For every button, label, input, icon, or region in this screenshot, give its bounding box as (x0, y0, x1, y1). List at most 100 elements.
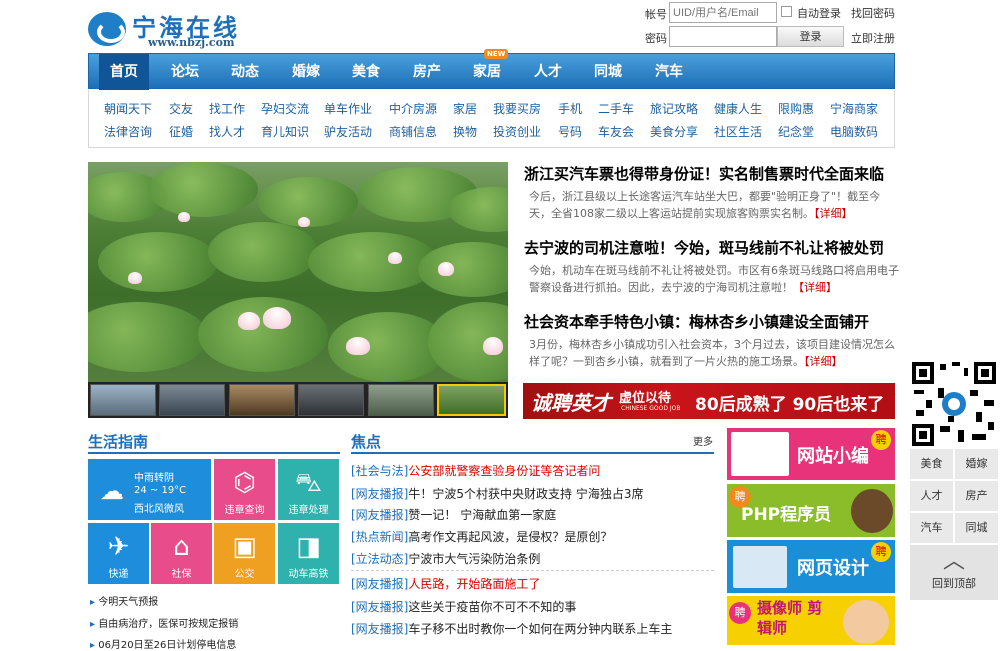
focus-item[interactable]: [网友播报]赞一记！ 宁海献血第一家庭 (351, 506, 556, 523)
subnav-link[interactable]: 驴友活动 (324, 123, 372, 140)
nav-item-local[interactable]: 同城 (583, 54, 633, 90)
slide-thumb[interactable] (229, 384, 295, 416)
subnav-link[interactable]: 健康人生 (714, 100, 762, 117)
nav-item-forum[interactable]: 论坛 (160, 54, 210, 90)
site-logo[interactable]: 宁海在线 www.nbzj.com (88, 8, 268, 50)
subnav-link[interactable]: 交友 (169, 100, 193, 117)
subnav-link[interactable]: 法律咨询 (104, 123, 152, 140)
side-link[interactable]: 同城 (955, 513, 998, 543)
ad-camera-editor[interactable]: 聘 摄像师 剪辑师 (727, 596, 895, 645)
subnav-link[interactable]: 旅记攻略 (650, 100, 698, 117)
subnav-link[interactable]: 社区生活 (714, 123, 762, 140)
qr-code-icon (910, 360, 998, 448)
subnav-link[interactable]: 手机 (558, 100, 582, 117)
subnav-link[interactable]: 孕妇交流 (261, 100, 309, 117)
slide-thumb[interactable] (159, 384, 225, 416)
side-link[interactable]: 房产 (955, 481, 998, 511)
focus-category: [网友播报] (351, 508, 409, 522)
subnav-link[interactable]: 号码 (558, 123, 582, 140)
nav-item-jobs[interactable]: 人才 (523, 54, 573, 90)
subnav-link[interactable]: 美食分享 (650, 123, 698, 140)
subnav-link[interactable]: 换物 (453, 123, 477, 140)
ad-web-editor[interactable]: 网站小编 聘 (727, 428, 895, 480)
focus-item[interactable]: [网友播报]车子移不出时教你一个如何在两分钟内联系上车主 (351, 620, 672, 637)
auto-login-label: 自动登录 (797, 7, 841, 20)
tile-social-security[interactable]: ⌂ 社保 (151, 523, 212, 584)
focus-item[interactable]: [网友播报]人民路，开始路面施工了 (351, 575, 540, 592)
side-link[interactable]: 汽车 (910, 513, 953, 543)
headline-desc: 3月份，梅林杏乡小镇成功引入社会资本，3个月过去，该项目建设情况怎么样了呢？一到… (529, 338, 895, 368)
subnav-link[interactable]: 投资创业 (493, 123, 541, 140)
tile-bus[interactable]: ▣ 公交 (214, 523, 275, 584)
nav-item-cars[interactable]: 汽车 (644, 54, 694, 90)
find-password-link[interactable]: 找回密码 (851, 5, 895, 21)
account-input[interactable] (669, 2, 777, 23)
back-to-top-button[interactable]: ︿ 回到顶部 (910, 545, 998, 600)
weather-desc: 中雨转阴 (134, 473, 174, 484)
nav-item-home[interactable]: 首页 (99, 54, 149, 90)
focus-item[interactable]: [网友播报]这些关于疫苗你不可不不知的事 (351, 598, 576, 615)
focus-item[interactable]: [热点新闻]高考作文再起风波，是侵权？是原创？ (351, 528, 612, 545)
tile-violation-query[interactable]: ⌬ 违章查询 (214, 459, 275, 520)
recruit-banner[interactable]: 诚聘英才 虚位以待 CHINESE GOOD JOB 80后成熟了 90后也来了 (523, 383, 895, 419)
life-link[interactable]: 今明天气预报 (90, 593, 158, 608)
subnav-link[interactable]: 找工作 (209, 100, 245, 117)
nav-item-food[interactable]: 美食 (341, 54, 391, 90)
subnav-link[interactable]: 朝闻天下 (104, 100, 152, 117)
subnav-link[interactable]: 家居 (453, 100, 477, 117)
subnav-link[interactable]: 电脑数码 (830, 123, 878, 140)
side-link[interactable]: 婚嫁 (955, 449, 998, 479)
more-link[interactable]: 【详细】 (793, 281, 837, 294)
side-link[interactable]: 美食 (910, 449, 953, 479)
ad-php-programmer[interactable]: 聘 PHP程序员 (727, 484, 895, 537)
slide-thumb[interactable] (90, 384, 156, 416)
headline-title[interactable]: 去宁波的司机注意啦！今始，斑马线前不礼让将被处罚 (524, 237, 884, 258)
nav-item-news[interactable]: 动态 (220, 54, 270, 90)
headline-title[interactable]: 社会资本牵手特色小镇：梅林杏乡小镇建设全面铺开 (524, 311, 869, 332)
headline-title[interactable]: 浙江买汽车票也得带身份证！实名制售票时代全面来临 (524, 163, 884, 184)
subnav-link[interactable]: 我要买房 (493, 100, 541, 117)
slide-thumb[interactable] (298, 384, 364, 416)
focus-item[interactable]: [网友播报]牛！宁波5个村获中央财政支持 宁海独占3席 (351, 485, 643, 502)
more-link[interactable]: 【详细】 (804, 355, 843, 368)
monkey-icon (851, 489, 893, 533)
subnav-link[interactable]: 征婚 (169, 123, 193, 140)
slide-thumb-selected[interactable] (437, 384, 506, 416)
nav-item-wedding[interactable]: 婚嫁 (281, 54, 331, 90)
focus-item[interactable]: [社会与法]公安部就警察查验身份证等答记者问 (351, 462, 600, 479)
auto-login-checkbox[interactable] (781, 6, 792, 17)
subnav-link[interactable]: 宁海商家 (830, 100, 878, 117)
tile-express[interactable]: ✈ 快递 (88, 523, 149, 584)
weather-tile[interactable]: ☁ 中雨转阴 24 ~ 19°C 西北风微风 (88, 459, 211, 520)
life-link[interactable]: 自由病治疗，医保可按规定报销 (90, 615, 238, 630)
subnav-link[interactable]: 单车作业 (324, 100, 372, 117)
subnav-link[interactable]: 育儿知识 (261, 123, 309, 140)
nav-item-home-decor[interactable]: 家居 (462, 54, 512, 90)
register-link[interactable]: 立即注册 (851, 30, 895, 46)
subnav-link[interactable]: 车友会 (598, 123, 634, 140)
subnav-link[interactable]: 找人才 (209, 123, 245, 140)
login-button[interactable]: 登录 (777, 26, 844, 47)
tile-train[interactable]: ◨ 动车高铁 (278, 523, 339, 584)
subnav-link[interactable]: 纪念堂 (778, 123, 814, 140)
subnav-link[interactable]: 限购惠 (778, 100, 814, 117)
password-input[interactable] (669, 26, 777, 47)
nav-item-house[interactable]: 房产 (402, 54, 452, 90)
chevron-up-icon: ︿ (942, 549, 965, 574)
ad-web-design[interactable]: 网页设计 聘 (727, 540, 895, 593)
focus-separator (351, 570, 714, 571)
focus-item[interactable]: [立法动态]宁波市大气污染防治条例 (351, 550, 540, 567)
life-link[interactable]: 06月20日至26日计划停电信息 (90, 636, 236, 651)
side-link[interactable]: 人才 (910, 481, 953, 511)
focus-category: [网友播报] (351, 577, 409, 591)
subnav-link[interactable]: 商铺信息 (389, 123, 437, 140)
featured-slideshow-image[interactable] (88, 162, 508, 382)
subnav-link[interactable]: 中介房源 (389, 100, 437, 117)
logo-mark-icon (88, 12, 126, 46)
cloud-rain-icon: ☁ (100, 477, 124, 505)
focus-more-link[interactable]: 更多 (693, 433, 713, 448)
tile-violation-handle[interactable]: ⛍ 违章处理 (278, 459, 339, 520)
more-link[interactable]: 【详细】 (814, 207, 853, 220)
subnav-link[interactable]: 二手车 (598, 100, 634, 117)
slide-thumb[interactable] (368, 384, 434, 416)
